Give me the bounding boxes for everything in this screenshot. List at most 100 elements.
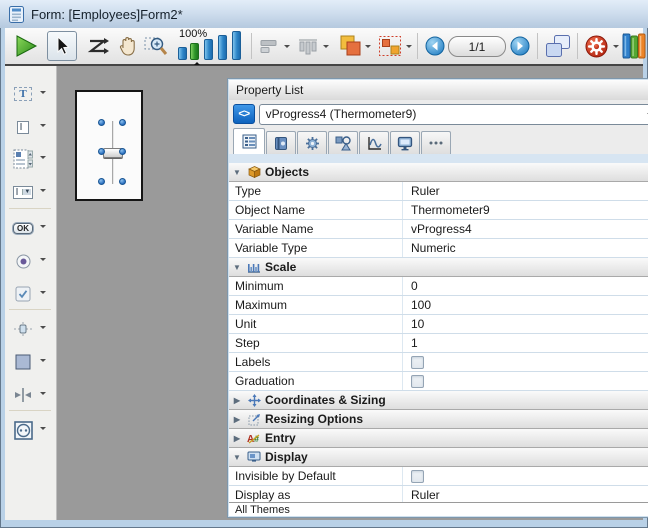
radio-dropdown-caret[interactable] bbox=[40, 258, 46, 264]
zoom-bar-800[interactable] bbox=[232, 31, 241, 60]
collapse-triangle-icon[interactable]: ▼ bbox=[229, 453, 245, 462]
property-row-minimum[interactable]: Minimum 0 bbox=[229, 277, 648, 296]
property-row-type[interactable]: Type Ruler bbox=[229, 182, 648, 201]
move-tool-button[interactable] bbox=[113, 31, 143, 61]
distribute-dropdown-caret[interactable] bbox=[323, 45, 329, 51]
page-indicator-field[interactable]: 1/1 bbox=[448, 36, 506, 57]
zoom-level-control[interactable]: 100% bbox=[177, 29, 245, 64]
entry-order-tool-button[interactable] bbox=[83, 31, 113, 61]
section-header-display[interactable]: ▼ Display bbox=[229, 448, 648, 467]
level-button[interactable] bbox=[337, 31, 363, 61]
titlebar[interactable]: Form: [Employees]Form2* bbox=[0, 0, 648, 28]
property-value[interactable]: Thermometer9 bbox=[403, 203, 490, 217]
property-row-object-name[interactable]: Object Name Thermometer9 bbox=[229, 201, 648, 220]
property-row-unit[interactable]: Unit 10 bbox=[229, 315, 648, 334]
section-header-coordinates-sizing[interactable]: ▶ Coordinates & Sizing bbox=[229, 391, 648, 410]
list-box-tool[interactable] bbox=[8, 145, 54, 173]
combo-box-tool[interactable]: I ▼ bbox=[8, 178, 54, 206]
selection-handle-top-right[interactable] bbox=[119, 119, 126, 126]
radio-button-tool[interactable] bbox=[8, 247, 54, 275]
tab-settings[interactable] bbox=[297, 131, 327, 154]
property-value[interactable]: 10 bbox=[403, 317, 424, 331]
selection-handle-bottom-right[interactable] bbox=[119, 178, 126, 185]
property-value[interactable]: vProgress4 bbox=[403, 222, 472, 236]
button-tool[interactable]: OK bbox=[8, 214, 54, 242]
splitter-tool[interactable] bbox=[8, 381, 54, 409]
button-dropdown-caret[interactable] bbox=[40, 225, 46, 231]
distribute-button-disabled[interactable] bbox=[295, 31, 321, 61]
tab-objects[interactable] bbox=[328, 131, 358, 154]
labels-checkbox[interactable] bbox=[411, 356, 424, 369]
tab-events[interactable] bbox=[359, 131, 389, 154]
property-value[interactable]: 1 bbox=[403, 336, 418, 350]
expand-triangle-icon[interactable]: ▶ bbox=[229, 434, 245, 443]
rectangle-dropdown-caret[interactable] bbox=[40, 359, 46, 365]
tab-theme[interactable] bbox=[266, 131, 296, 154]
graduation-checkbox[interactable] bbox=[411, 375, 424, 388]
preferences-dropdown-caret[interactable] bbox=[613, 45, 619, 51]
property-value[interactable]: 0 bbox=[403, 279, 418, 293]
object-selector-combobox[interactable]: vProgress4 (Thermometer9) bbox=[259, 104, 648, 125]
zoom-tool-button[interactable] bbox=[141, 31, 171, 61]
property-value[interactable]: Ruler bbox=[403, 488, 440, 502]
align-button-disabled[interactable] bbox=[257, 31, 281, 61]
selection-handle-mid-left[interactable] bbox=[98, 148, 105, 155]
display-pages-button[interactable] bbox=[543, 31, 573, 61]
tab-more[interactable] bbox=[421, 131, 451, 154]
slider-dropdown-caret[interactable] bbox=[40, 326, 46, 332]
theme-filter-bar[interactable]: All Themes bbox=[229, 502, 648, 516]
expand-triangle-icon[interactable]: ▶ bbox=[229, 396, 245, 405]
check-box-tool[interactable] bbox=[8, 280, 54, 308]
group-button[interactable] bbox=[377, 31, 403, 61]
input-dropdown-caret[interactable] bbox=[40, 124, 46, 130]
selection-handle-top-left[interactable] bbox=[98, 119, 105, 126]
section-header-entry[interactable]: ▶ A # Entry bbox=[229, 429, 648, 448]
property-row-variable-type[interactable]: Variable Type Numeric bbox=[229, 239, 648, 258]
property-row-graduation[interactable]: Graduation bbox=[229, 372, 648, 391]
next-page-button[interactable] bbox=[508, 31, 532, 61]
input-tool[interactable]: I bbox=[8, 113, 54, 141]
preferences-button[interactable] bbox=[583, 31, 609, 61]
library-button[interactable] bbox=[621, 31, 647, 61]
static-text-tool[interactable]: T bbox=[8, 80, 54, 108]
section-header-scale[interactable]: ▼ Scale bbox=[229, 258, 648, 277]
splitter-dropdown-caret[interactable] bbox=[40, 392, 46, 398]
form-page[interactable] bbox=[75, 90, 143, 201]
property-value[interactable]: Numeric bbox=[403, 241, 456, 255]
tab-display[interactable] bbox=[390, 131, 420, 154]
zoom-bar-50[interactable] bbox=[178, 47, 187, 60]
property-row-variable-name[interactable]: Variable Name vProgress4 bbox=[229, 220, 648, 239]
zoom-bar-100-current[interactable] bbox=[190, 43, 199, 60]
property-list-titlebar[interactable]: Property List bbox=[229, 80, 648, 100]
combo-box-dropdown-caret[interactable] bbox=[40, 189, 46, 195]
invisible-by-default-checkbox[interactable] bbox=[411, 470, 424, 483]
property-row-maximum[interactable]: Maximum 100 bbox=[229, 296, 648, 315]
plugin-dropdown-caret[interactable] bbox=[40, 427, 46, 433]
collapse-triangle-icon[interactable]: ▼ bbox=[229, 263, 245, 272]
level-dropdown-caret[interactable] bbox=[365, 45, 371, 51]
property-value[interactable]: 100 bbox=[403, 298, 431, 312]
previous-page-button[interactable] bbox=[423, 31, 447, 61]
list-box-dropdown-caret[interactable] bbox=[40, 156, 46, 162]
property-row-invisible-by-default[interactable]: Invisible by Default bbox=[229, 467, 648, 486]
selection-tool-button[interactable] bbox=[47, 31, 77, 61]
collapse-triangle-icon[interactable]: ▼ bbox=[229, 168, 245, 177]
selection-handle-bottom-left[interactable] bbox=[98, 178, 105, 185]
form-canvas[interactable]: Property List <> vProgress4 (Thermometer… bbox=[57, 66, 643, 520]
section-header-objects[interactable]: ▼ Objects bbox=[229, 163, 648, 182]
zoom-bar-400[interactable] bbox=[218, 35, 227, 60]
tab-properties[interactable] bbox=[233, 128, 265, 154]
group-dropdown-caret[interactable] bbox=[406, 45, 412, 51]
selection-handle-mid-right[interactable] bbox=[119, 148, 126, 155]
expand-triangle-icon[interactable]: ▶ bbox=[229, 415, 245, 424]
align-dropdown-caret[interactable] bbox=[284, 45, 290, 51]
check-box-dropdown-caret[interactable] bbox=[40, 291, 46, 297]
zoom-bar-200[interactable] bbox=[204, 39, 213, 60]
execute-form-button[interactable] bbox=[11, 31, 41, 61]
section-header-resizing-options[interactable]: ▶ Resizing Options bbox=[229, 410, 648, 429]
property-row-step[interactable]: Step 1 bbox=[229, 334, 648, 353]
property-value[interactable]: Ruler bbox=[403, 184, 440, 198]
property-row-labels[interactable]: Labels bbox=[229, 353, 648, 372]
slider-tool[interactable] bbox=[8, 315, 54, 343]
plugin-area-tool[interactable] bbox=[8, 416, 54, 444]
